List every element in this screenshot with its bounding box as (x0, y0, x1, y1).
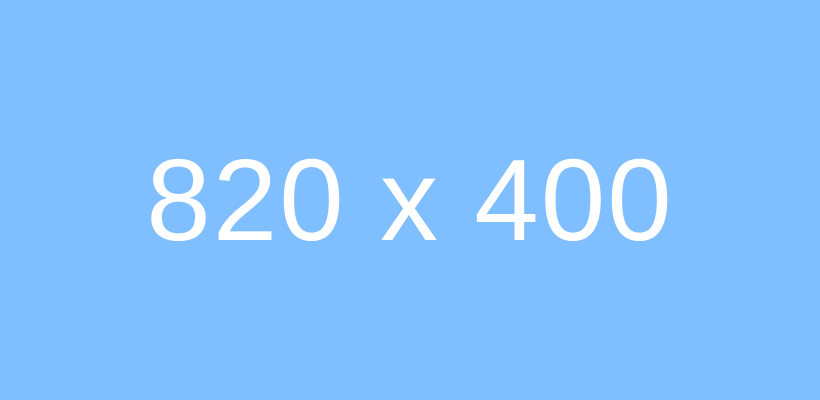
placeholder-image: 820 x 400 (0, 0, 820, 400)
placeholder-dimensions-label: 820 x 400 (146, 135, 674, 265)
